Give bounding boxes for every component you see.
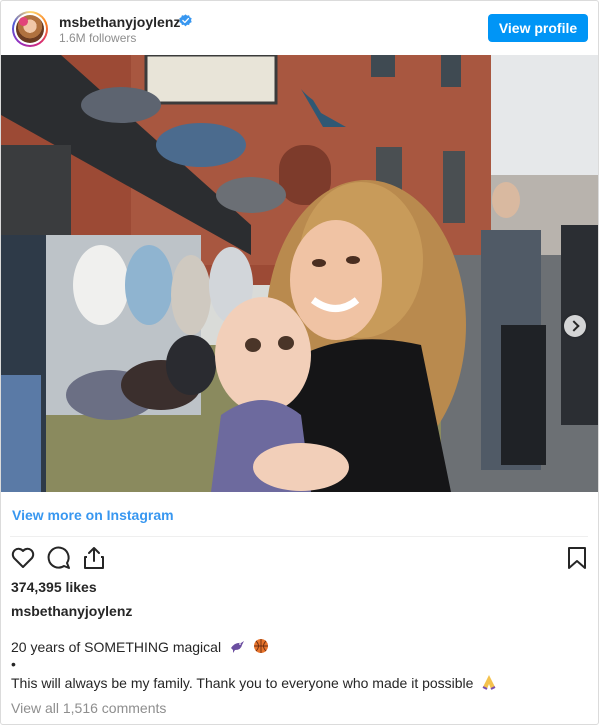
caption-line-3: This will always be my family. Thank you…	[11, 674, 497, 691]
username-link[interactable]: msbethanyjoylenz	[59, 14, 180, 30]
bird-emoji-icon	[230, 641, 244, 653]
likes-count[interactable]: 374,395 likes	[11, 579, 97, 595]
bookmark-icon[interactable]	[564, 545, 590, 571]
caption-line-1: 20 years of SOMETHING magical	[11, 638, 269, 655]
view-more-link[interactable]: View more on Instagram	[12, 507, 174, 523]
caption-username[interactable]: msbethanyjoylenz	[11, 603, 132, 619]
caption-text-1: 20 years of SOMETHING magical	[11, 639, 222, 655]
avatar[interactable]	[12, 11, 48, 47]
post-photo[interactable]	[1, 55, 598, 492]
view-all-comments-link[interactable]: View all 1,516 comments	[11, 700, 166, 716]
caption-text-3: This will always be my family. Thank you…	[11, 675, 474, 691]
post-header: msbethanyjoylenz 1.6M followers View pro…	[1, 1, 598, 55]
heart-icon[interactable]	[10, 545, 36, 571]
praying-hands-emoji-icon	[482, 675, 496, 690]
share-icon[interactable]	[81, 545, 107, 571]
divider	[10, 536, 588, 537]
basketball-emoji-icon	[253, 639, 268, 653]
followers-count: 1.6M followers	[59, 31, 137, 45]
instagram-embed: msbethanyjoylenz 1.6M followers View pro…	[0, 0, 599, 725]
caption-line-2: •	[11, 656, 16, 672]
verified-badge-icon	[179, 14, 192, 27]
view-profile-button[interactable]: View profile	[488, 14, 588, 42]
next-photo-button[interactable]	[564, 315, 586, 337]
comment-icon[interactable]	[46, 545, 72, 571]
photo-image	[1, 55, 598, 492]
